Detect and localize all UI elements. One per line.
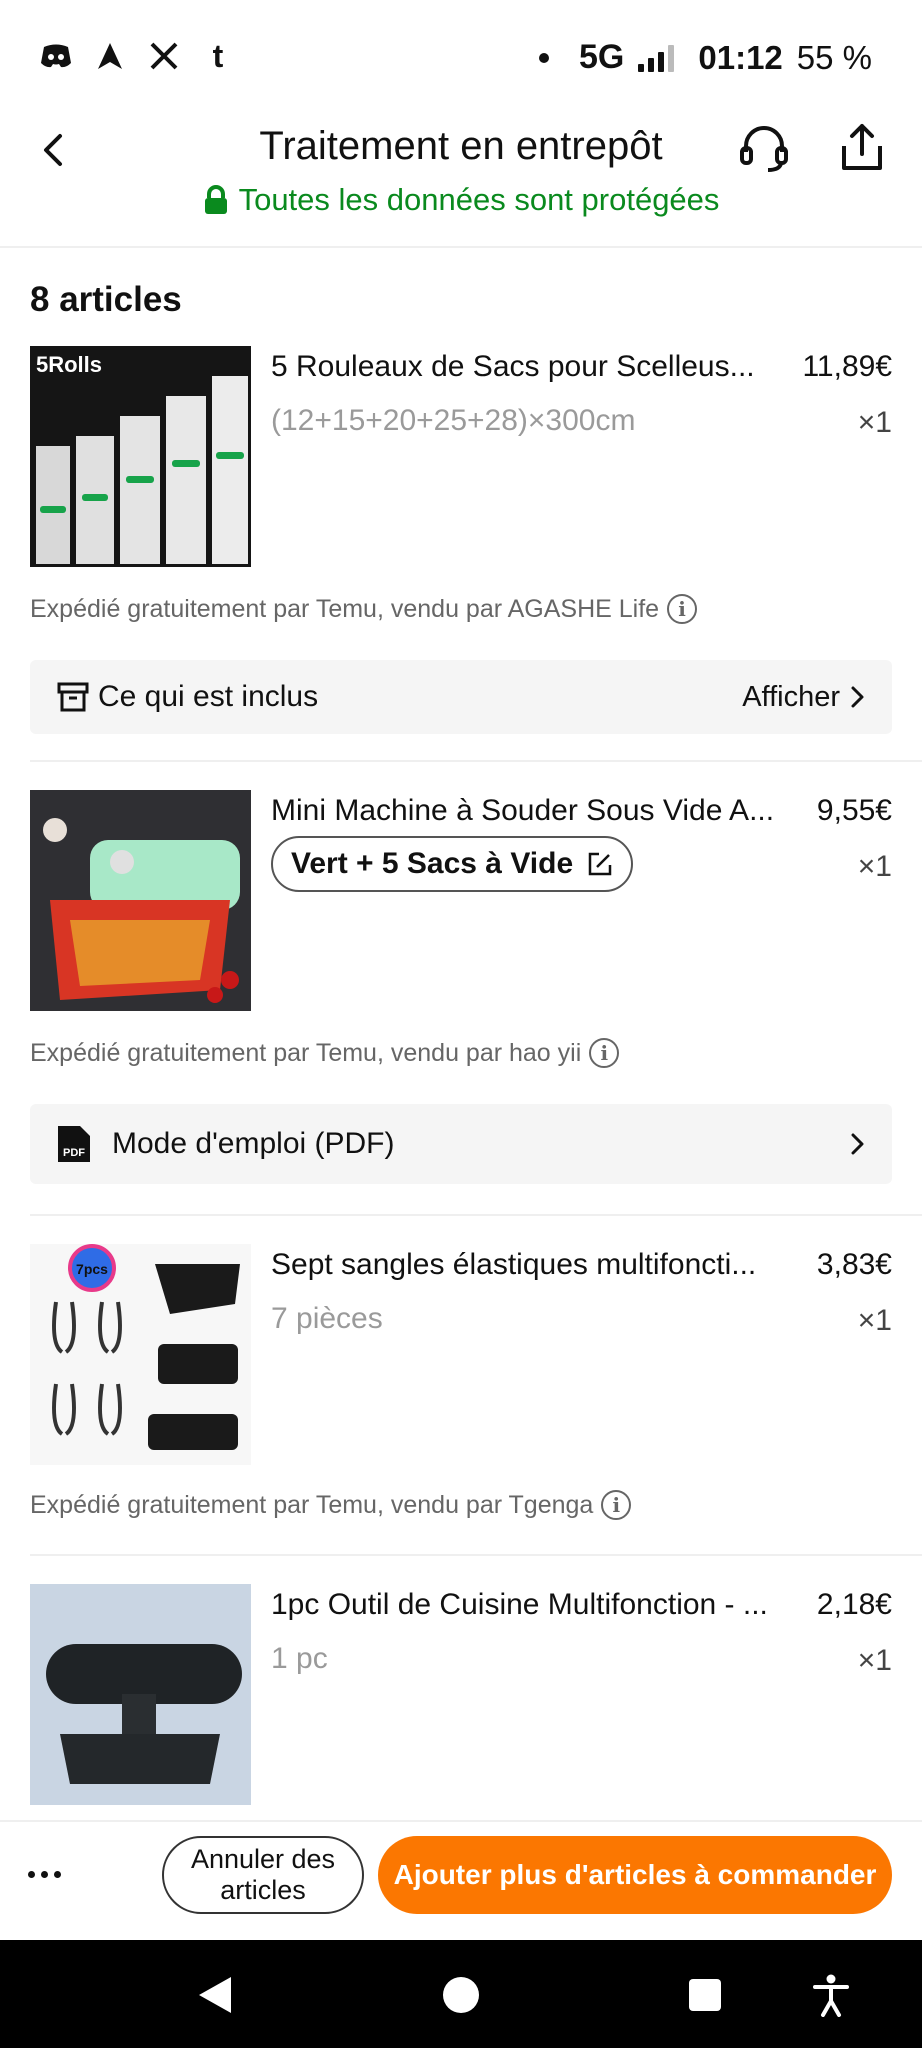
pdf-file-icon: PDF xyxy=(58,1126,90,1162)
cancel-label-line2: articles xyxy=(220,1875,306,1905)
security-notice: Toutes les données sont protégées xyxy=(0,182,922,218)
share-button[interactable] xyxy=(836,120,888,176)
info-icon[interactable]: i xyxy=(667,594,698,624)
box-icon xyxy=(57,682,89,712)
thumb-label: 5Rolls xyxy=(36,352,102,377)
lock-icon xyxy=(204,185,227,214)
notification-dot-icon xyxy=(539,52,550,63)
home-nav-button[interactable] xyxy=(436,1970,486,2020)
clock: 01:12 xyxy=(698,38,783,76)
product-image: 5Rolls xyxy=(30,346,251,567)
included-label: Ce qui est inclus xyxy=(98,680,319,713)
back-nav-button[interactable] xyxy=(190,1970,240,2020)
discord-icon xyxy=(40,40,72,72)
security-text: Toutes les données sont protégées xyxy=(238,182,720,217)
navigation-arrow-icon xyxy=(94,40,126,72)
info-icon[interactable]: i xyxy=(589,1038,620,1068)
product-title[interactable]: 5 Rouleaux de Sacs pour Scelleus... xyxy=(271,350,791,384)
articles-count: 8 articles xyxy=(30,280,182,319)
network-type: 5G xyxy=(579,38,625,76)
shipping-text: Expédié gratuitement par Temu, vendu par… xyxy=(30,1490,594,1519)
included-row[interactable]: Ce qui est inclus Afficher xyxy=(30,660,892,734)
thumb-label: 7pcs xyxy=(76,1261,108,1277)
dot xyxy=(40,1870,48,1878)
product-image: 7pcs xyxy=(30,1244,251,1465)
product-price: 2,18€ xyxy=(816,1588,892,1621)
manual-row[interactable]: PDF Mode d'emploi (PDF) xyxy=(30,1104,892,1184)
system-nav-bar xyxy=(0,1940,922,2048)
signal-icon xyxy=(638,44,675,72)
edit-icon xyxy=(588,852,612,876)
dot xyxy=(27,1870,35,1878)
shipping-info: Expédié gratuitement par Temu, vendu par… xyxy=(30,594,698,624)
app-header: Traitement en entrepôt Toutes les donnée… xyxy=(0,116,922,248)
shipping-text: Expédié gratuitement par Temu, vendu par… xyxy=(30,594,660,623)
accessibility-nav-button[interactable] xyxy=(806,1970,856,2020)
variant-selector[interactable]: Vert + 5 Sacs à Vide xyxy=(271,836,634,892)
headset-icon xyxy=(740,126,788,172)
cancel-label-line1: Annuler des xyxy=(190,1843,336,1874)
show-label: Afficher xyxy=(742,680,840,713)
customer-support-button[interactable] xyxy=(736,120,792,176)
cancel-label: Annuler des articles xyxy=(191,1844,335,1906)
product-title[interactable]: 1pc Outil de Cuisine Multifonction - ... xyxy=(271,1588,791,1622)
product-price: 3,83€ xyxy=(816,1248,892,1281)
x-logo-icon xyxy=(148,40,180,72)
order-item[interactable]: 7pcs Sept sangles élastiques multifoncti… xyxy=(30,1244,892,1465)
product-quantity: ×1 xyxy=(857,850,892,883)
product-image xyxy=(30,1584,251,1805)
product-image xyxy=(30,790,251,1011)
recents-nav-button[interactable] xyxy=(680,1970,730,2020)
system-status: 5G 01:12 55 % xyxy=(539,38,872,77)
notification-icons: t xyxy=(40,37,234,74)
bottom-action-bar: Annuler des articles Ajouter plus d'arti… xyxy=(0,1820,922,1940)
shipping-info: Expédié gratuitement par Temu, vendu par… xyxy=(30,1490,632,1520)
share-icon xyxy=(842,124,882,170)
accessibility-icon xyxy=(813,1974,849,2017)
dot xyxy=(53,1870,61,1878)
product-variant: (12+15+20+25+28)×300cm xyxy=(271,404,636,437)
divider xyxy=(30,1554,922,1556)
product-variant: 1 pc xyxy=(271,1642,328,1675)
product-quantity: ×1 xyxy=(857,1644,892,1677)
manual-label: Mode d'emploi (PDF) xyxy=(112,1127,395,1160)
pdf-badge: PDF xyxy=(63,1147,85,1159)
more-options-button[interactable] xyxy=(20,1850,68,1898)
triangle-back-icon xyxy=(199,1977,231,2013)
tumblr-icon: t xyxy=(212,37,224,74)
square-recents-icon xyxy=(689,1979,721,2011)
order-item[interactable]: 5Rolls 5 Rouleaux de Sacs pour Scelleus.… xyxy=(30,346,892,567)
battery-level: 55 % xyxy=(796,38,872,76)
circle-home-icon xyxy=(443,1977,479,2013)
status-bar: t 5G 01:12 55 % xyxy=(0,0,922,116)
product-price: 9,55€ xyxy=(816,794,892,827)
info-icon[interactable]: i xyxy=(601,1490,632,1520)
product-variant: 7 pièces xyxy=(271,1302,383,1335)
product-price: 11,89€ xyxy=(802,350,892,383)
show-included-button[interactable]: Afficher xyxy=(742,681,866,714)
order-item[interactable]: Mini Machine à Souder Sous Vide A... 9,5… xyxy=(30,790,892,1011)
cancel-items-button[interactable]: Annuler des articles xyxy=(162,1836,364,1914)
shipping-info: Expédié gratuitement par Temu, vendu par… xyxy=(30,1038,620,1068)
add-more-items-button[interactable]: Ajouter plus d'articles à commander xyxy=(378,1836,892,1914)
product-quantity: ×1 xyxy=(857,406,892,439)
product-title[interactable]: Mini Machine à Souder Sous Vide A... xyxy=(271,794,791,828)
order-item[interactable]: 1pc Outil de Cuisine Multifonction - ...… xyxy=(30,1584,892,1805)
product-title[interactable]: Sept sangles élastiques multifoncti... xyxy=(271,1248,791,1282)
divider xyxy=(30,1214,922,1216)
product-quantity: ×1 xyxy=(857,1304,892,1337)
shipping-text: Expédié gratuitement par Temu, vendu par… xyxy=(30,1038,582,1067)
variant-label: Vert + 5 Sacs à Vide xyxy=(291,847,574,880)
chevron-right-icon xyxy=(851,1133,864,1155)
chevron-right-icon xyxy=(851,686,864,708)
divider xyxy=(30,760,922,762)
